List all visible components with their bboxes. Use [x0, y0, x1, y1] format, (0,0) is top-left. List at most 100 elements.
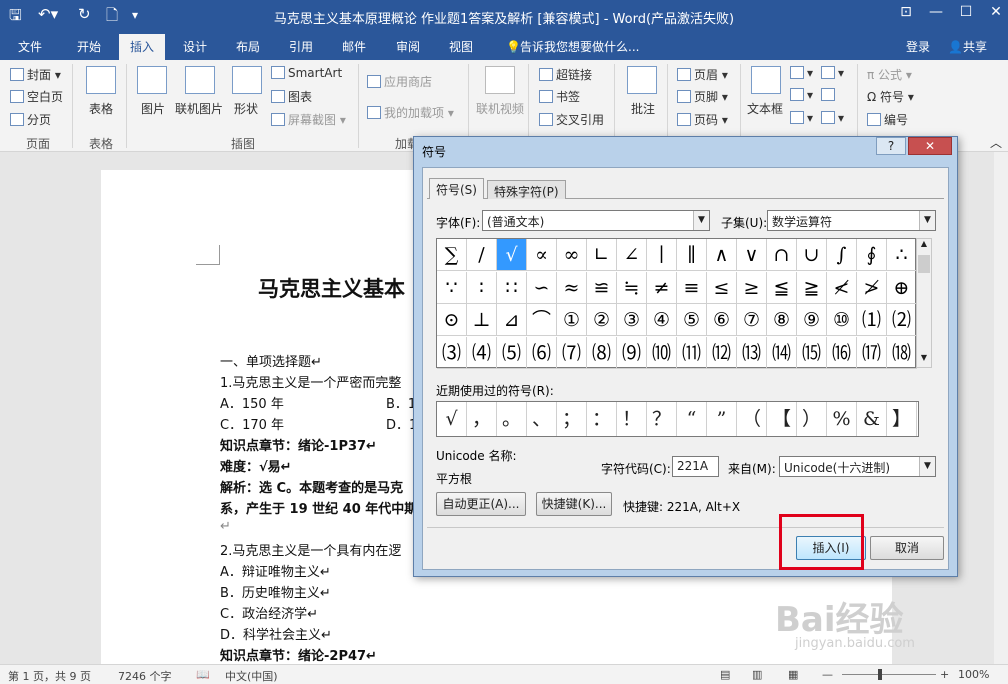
- date-time-icon[interactable]: [821, 88, 838, 102]
- tab-home[interactable]: 开始: [69, 34, 109, 60]
- cross-reference-button[interactable]: 交叉引用: [539, 111, 604, 128]
- symbol-cell[interactable]: ∧: [707, 239, 737, 271]
- scroll-down-icon[interactable]: ▼: [917, 353, 931, 367]
- symbol-cell[interactable]: ⊥: [467, 304, 497, 336]
- recent-symbol-cell[interactable]: （: [737, 402, 767, 436]
- symbol-cell[interactable]: ⑩: [827, 304, 857, 336]
- recent-symbol-cell[interactable]: ：: [587, 402, 617, 436]
- wordart-icon[interactable]: ▾: [790, 88, 813, 102]
- recent-symbol-cell[interactable]: %: [827, 402, 857, 436]
- web-layout-icon[interactable]: ▦: [788, 668, 798, 681]
- symbol-cell[interactable]: ⑿: [707, 336, 737, 369]
- dialog-close-button[interactable]: ✕: [908, 137, 952, 155]
- symbol-cell[interactable]: ≡: [677, 271, 707, 304]
- symbol-cell[interactable]: ⑻: [587, 336, 617, 369]
- recent-symbol-cell[interactable]: 、: [527, 402, 557, 436]
- symbol-cell[interactable]: ④: [647, 304, 677, 336]
- hyperlink-button[interactable]: 超链接: [539, 66, 592, 83]
- dropcap-icon[interactable]: ▾: [790, 111, 813, 125]
- symbol-cell[interactable]: ①: [557, 304, 587, 336]
- symbol-cell[interactable]: ∣: [647, 239, 677, 271]
- symbol-cell[interactable]: √: [497, 239, 527, 271]
- symbol-cell[interactable]: ⑵: [887, 304, 917, 336]
- page-number-button[interactable]: 页码 ▾: [677, 111, 728, 128]
- symbol-cell[interactable]: ⑴: [857, 304, 887, 336]
- language[interactable]: 中文(中国): [225, 668, 278, 684]
- tab-references[interactable]: 引用: [281, 34, 321, 60]
- symbol-cell[interactable]: ⑹: [527, 336, 557, 369]
- symbol-cell[interactable]: ⑥: [707, 304, 737, 336]
- tab-file[interactable]: 文件: [10, 34, 50, 60]
- symbol-cell[interactable]: ⒀: [737, 336, 767, 369]
- symbol-cell[interactable]: ∕: [467, 239, 497, 271]
- picture-button[interactable]: 图片: [141, 100, 165, 117]
- symbol-button[interactable]: Ω 符号 ▾: [867, 88, 914, 105]
- maximize-button[interactable]: ☐: [952, 4, 980, 20]
- symbol-cell[interactable]: ≈: [557, 271, 587, 304]
- symbol-cell[interactable]: ⒃: [827, 336, 857, 369]
- recent-symbol-cell[interactable]: 】: [887, 402, 917, 436]
- symbol-cell[interactable]: ⑨: [797, 304, 827, 336]
- zoom-out-button[interactable]: —: [822, 668, 833, 681]
- recent-symbol-cell[interactable]: ？: [647, 402, 677, 436]
- symbol-cell[interactable]: ∞: [557, 239, 587, 271]
- signature-line-icon[interactable]: ▾: [821, 66, 844, 80]
- symbol-cell[interactable]: ②: [587, 304, 617, 336]
- symbol-cell[interactable]: ∽: [527, 271, 557, 304]
- symbol-cell[interactable]: ≒: [617, 271, 647, 304]
- char-code-input[interactable]: 221A: [672, 456, 719, 477]
- symbol-cell[interactable]: ≦: [767, 271, 797, 304]
- symbol-cell[interactable]: ⑼: [617, 336, 647, 369]
- footer-button[interactable]: 页脚 ▾: [677, 88, 728, 105]
- share-button[interactable]: 👤共享: [940, 34, 995, 60]
- symbol-cell[interactable]: ∠: [617, 239, 647, 271]
- recent-symbol-cell[interactable]: √: [437, 402, 467, 436]
- zoom-in-button[interactable]: +: [940, 668, 949, 681]
- symbol-cell[interactable]: ⑾: [677, 336, 707, 369]
- number-button[interactable]: 编号: [867, 111, 908, 128]
- object-icon[interactable]: ▾: [821, 111, 844, 125]
- symbol-cell[interactable]: ≤: [707, 271, 737, 304]
- comment-button[interactable]: 批注: [631, 100, 655, 117]
- scroll-thumb[interactable]: [918, 255, 930, 273]
- minimize-button[interactable]: —: [922, 4, 950, 20]
- symbol-cell[interactable]: ∨: [737, 239, 767, 271]
- symbol-cell[interactable]: ⑽: [647, 336, 677, 369]
- from-select[interactable]: Unicode(十六进制) ▼: [779, 456, 936, 477]
- shortcut-key-button[interactable]: 快捷键(K)...: [536, 492, 612, 516]
- symbol-cell[interactable]: ⑧: [767, 304, 797, 336]
- symbol-cell[interactable]: ∥: [677, 239, 707, 271]
- tab-mailings[interactable]: 邮件: [334, 34, 374, 60]
- symbol-cell[interactable]: ∵: [437, 271, 467, 304]
- header-button[interactable]: 页眉 ▾: [677, 66, 728, 83]
- symbol-cell[interactable]: ≥: [737, 271, 767, 304]
- sign-in-link[interactable]: 登录: [898, 34, 938, 60]
- symbol-cell[interactable]: ⑸: [497, 336, 527, 369]
- symbol-cell[interactable]: ⒅: [887, 336, 917, 369]
- subset-select[interactable]: 数学运算符 ▼: [767, 210, 936, 231]
- tab-symbols[interactable]: 符号(S): [429, 178, 484, 199]
- textbox-button[interactable]: 文本框: [747, 100, 783, 117]
- recent-symbol-cell[interactable]: ！: [617, 402, 647, 436]
- symbol-cell[interactable]: ⒁: [767, 336, 797, 369]
- symbol-cell[interactable]: ∮: [857, 239, 887, 271]
- symbol-cell[interactable]: ⑤: [677, 304, 707, 336]
- tell-me-box[interactable]: 告诉我您想要做什么...: [512, 34, 647, 60]
- symbol-cell[interactable]: ≮: [827, 271, 857, 304]
- symbol-cell[interactable]: ∶: [467, 271, 497, 304]
- symbol-cell[interactable]: ⊕: [887, 271, 917, 304]
- blank-page-button[interactable]: 空白页: [10, 88, 63, 105]
- symbol-cell[interactable]: ≧: [797, 271, 827, 304]
- tab-layout[interactable]: 布局: [228, 34, 268, 60]
- symbol-cell[interactable]: ≯: [857, 271, 887, 304]
- zoom-slider[interactable]: [842, 674, 936, 675]
- symbol-cell[interactable]: ⊙: [437, 304, 467, 336]
- close-button[interactable]: ✕: [982, 4, 1008, 20]
- symbol-cell[interactable]: ⑦: [737, 304, 767, 336]
- symbol-cell[interactable]: ∩: [767, 239, 797, 271]
- symbol-grid-scrollbar[interactable]: ▲ ▼: [916, 238, 932, 368]
- symbol-cell[interactable]: ∝: [527, 239, 557, 271]
- print-layout-icon[interactable]: ▥: [752, 668, 762, 681]
- symbol-cell[interactable]: ∑: [437, 239, 467, 271]
- symbol-cell[interactable]: ⑺: [557, 336, 587, 369]
